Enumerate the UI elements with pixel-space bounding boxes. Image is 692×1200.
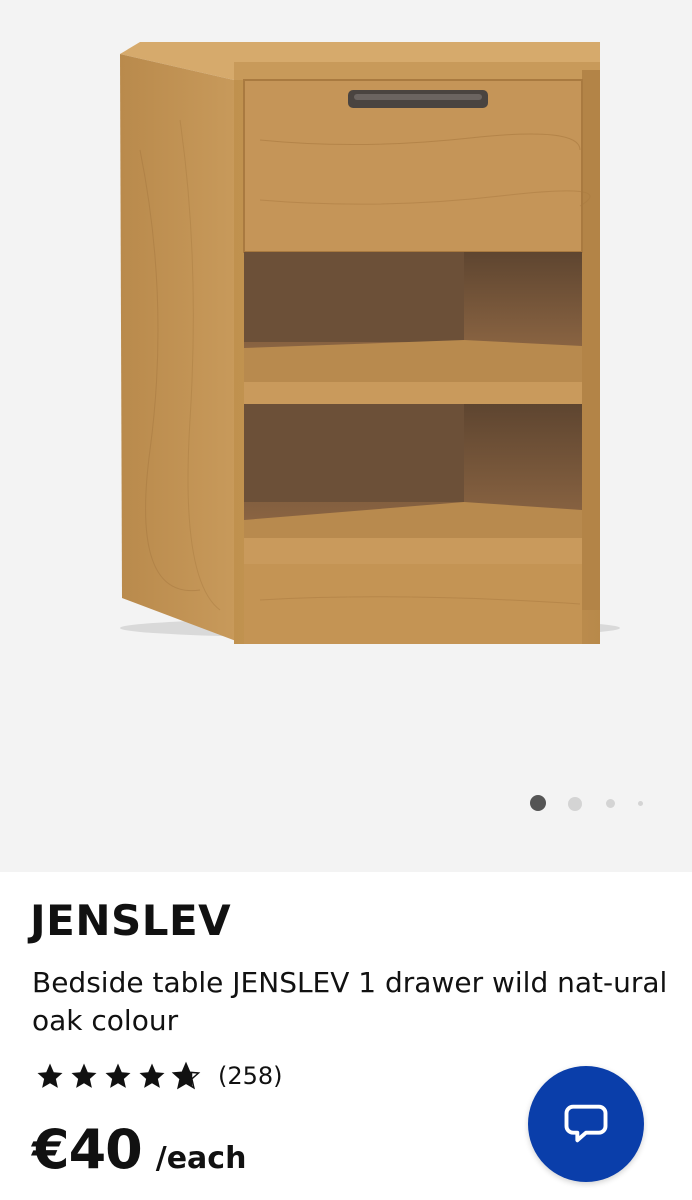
price-row: €40 /each <box>32 1118 246 1181</box>
chat-bubble-icon <box>564 1104 608 1143</box>
carousel-dot[interactable] <box>568 797 582 811</box>
product-info: JENSLEV Bedside table JENSLEV 1 drawer w… <box>0 872 692 1200</box>
product-image <box>120 42 620 644</box>
product-image-gallery[interactable] <box>0 0 692 872</box>
review-count[interactable]: (258) <box>218 1062 283 1090</box>
star-half-icon <box>171 1061 201 1090</box>
rating[interactable]: (258) <box>34 1060 283 1092</box>
star-icon <box>139 1063 165 1088</box>
star-icon <box>37 1063 63 1088</box>
star-icon <box>71 1063 97 1088</box>
chat-button[interactable] <box>528 1066 644 1182</box>
carousel-dot-active[interactable] <box>530 795 546 811</box>
price: €40 <box>32 1118 143 1181</box>
rating-stars <box>34 1061 204 1091</box>
product-brand: JENSLEV <box>30 896 232 945</box>
price-unit: /each <box>155 1141 247 1176</box>
carousel-indicator[interactable] <box>528 793 658 813</box>
product-description: Bedside table JENSLEV 1 drawer wild nat-… <box>32 966 668 1037</box>
carousel-dot[interactable] <box>606 799 615 808</box>
carousel-dot[interactable] <box>638 801 643 806</box>
star-icon <box>105 1063 131 1088</box>
